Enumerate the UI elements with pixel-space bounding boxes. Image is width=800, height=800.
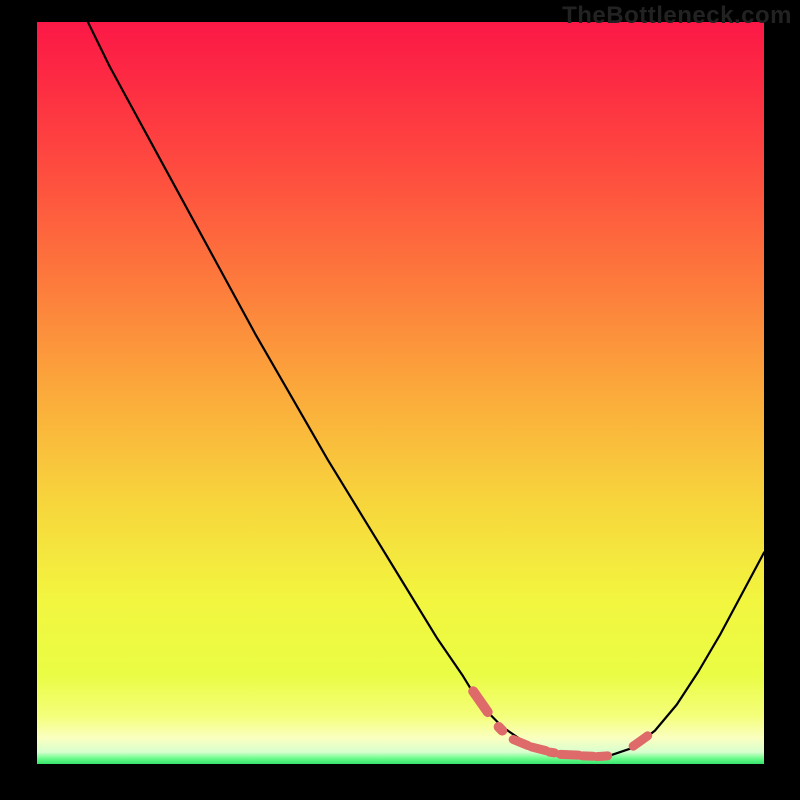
chart-container: TheBottleneck.com [0,0,800,800]
plot-area [37,22,764,764]
background-gradient [37,22,764,764]
